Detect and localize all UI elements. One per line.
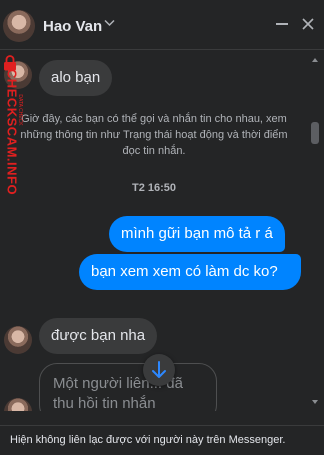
close-button[interactable] <box>298 14 318 34</box>
watermark: DATA CHECK CHECKSCAM.INFO <box>0 52 23 210</box>
scrollbar-thumb[interactable] <box>311 122 319 144</box>
contact-avatar-small[interactable] <box>4 326 32 354</box>
chevron-down-icon[interactable] <box>104 18 115 30</box>
recalled-message-bubble: Một người liên... đã thu hồi tin nhắn <box>39 363 217 411</box>
scroll-down-arrow-icon[interactable] <box>312 400 318 404</box>
scrollbar[interactable] <box>309 58 321 410</box>
minimize-icon <box>276 23 288 25</box>
scroll-to-bottom-button[interactable] <box>143 354 175 386</box>
chat-footer: Hiện không liên lạc được với người này t… <box>0 425 324 455</box>
minimize-button[interactable] <box>272 14 292 34</box>
arrow-down-icon <box>152 361 166 378</box>
contact-avatar-small[interactable] <box>4 398 32 411</box>
message-timestamp: T2 16:50 <box>131 182 177 194</box>
message-bubble-outgoing[interactable]: bạn xem xem có làm dc ko? <box>79 254 301 290</box>
message-bubble-outgoing[interactable]: mình gữi bạn mô tả r á <box>109 216 285 252</box>
close-icon <box>302 18 314 30</box>
contact-name[interactable]: Hao Van <box>43 18 102 35</box>
scroll-up-arrow-icon[interactable] <box>312 58 318 62</box>
watermark-text: CHECKSCAM.INFO <box>4 68 20 196</box>
message-list[interactable]: alo bạn Giờ đây, các bạn có thể gọi và n… <box>0 51 308 411</box>
contact-avatar[interactable] <box>3 10 35 42</box>
message-bubble-incoming[interactable]: được bạn nha <box>39 318 158 354</box>
chat-header: Hao Van <box>0 0 324 50</box>
chat-window: Hao Van alo bạn Giờ đây, các bạn có thể … <box>0 0 324 455</box>
connection-notice: Giờ đây, các bạn có thể gọi và nhắn tin … <box>20 113 288 157</box>
unavailable-notice: Hiện không liên lạc được với người này t… <box>10 434 286 446</box>
message-bubble-incoming[interactable]: alo bạn <box>39 60 113 96</box>
